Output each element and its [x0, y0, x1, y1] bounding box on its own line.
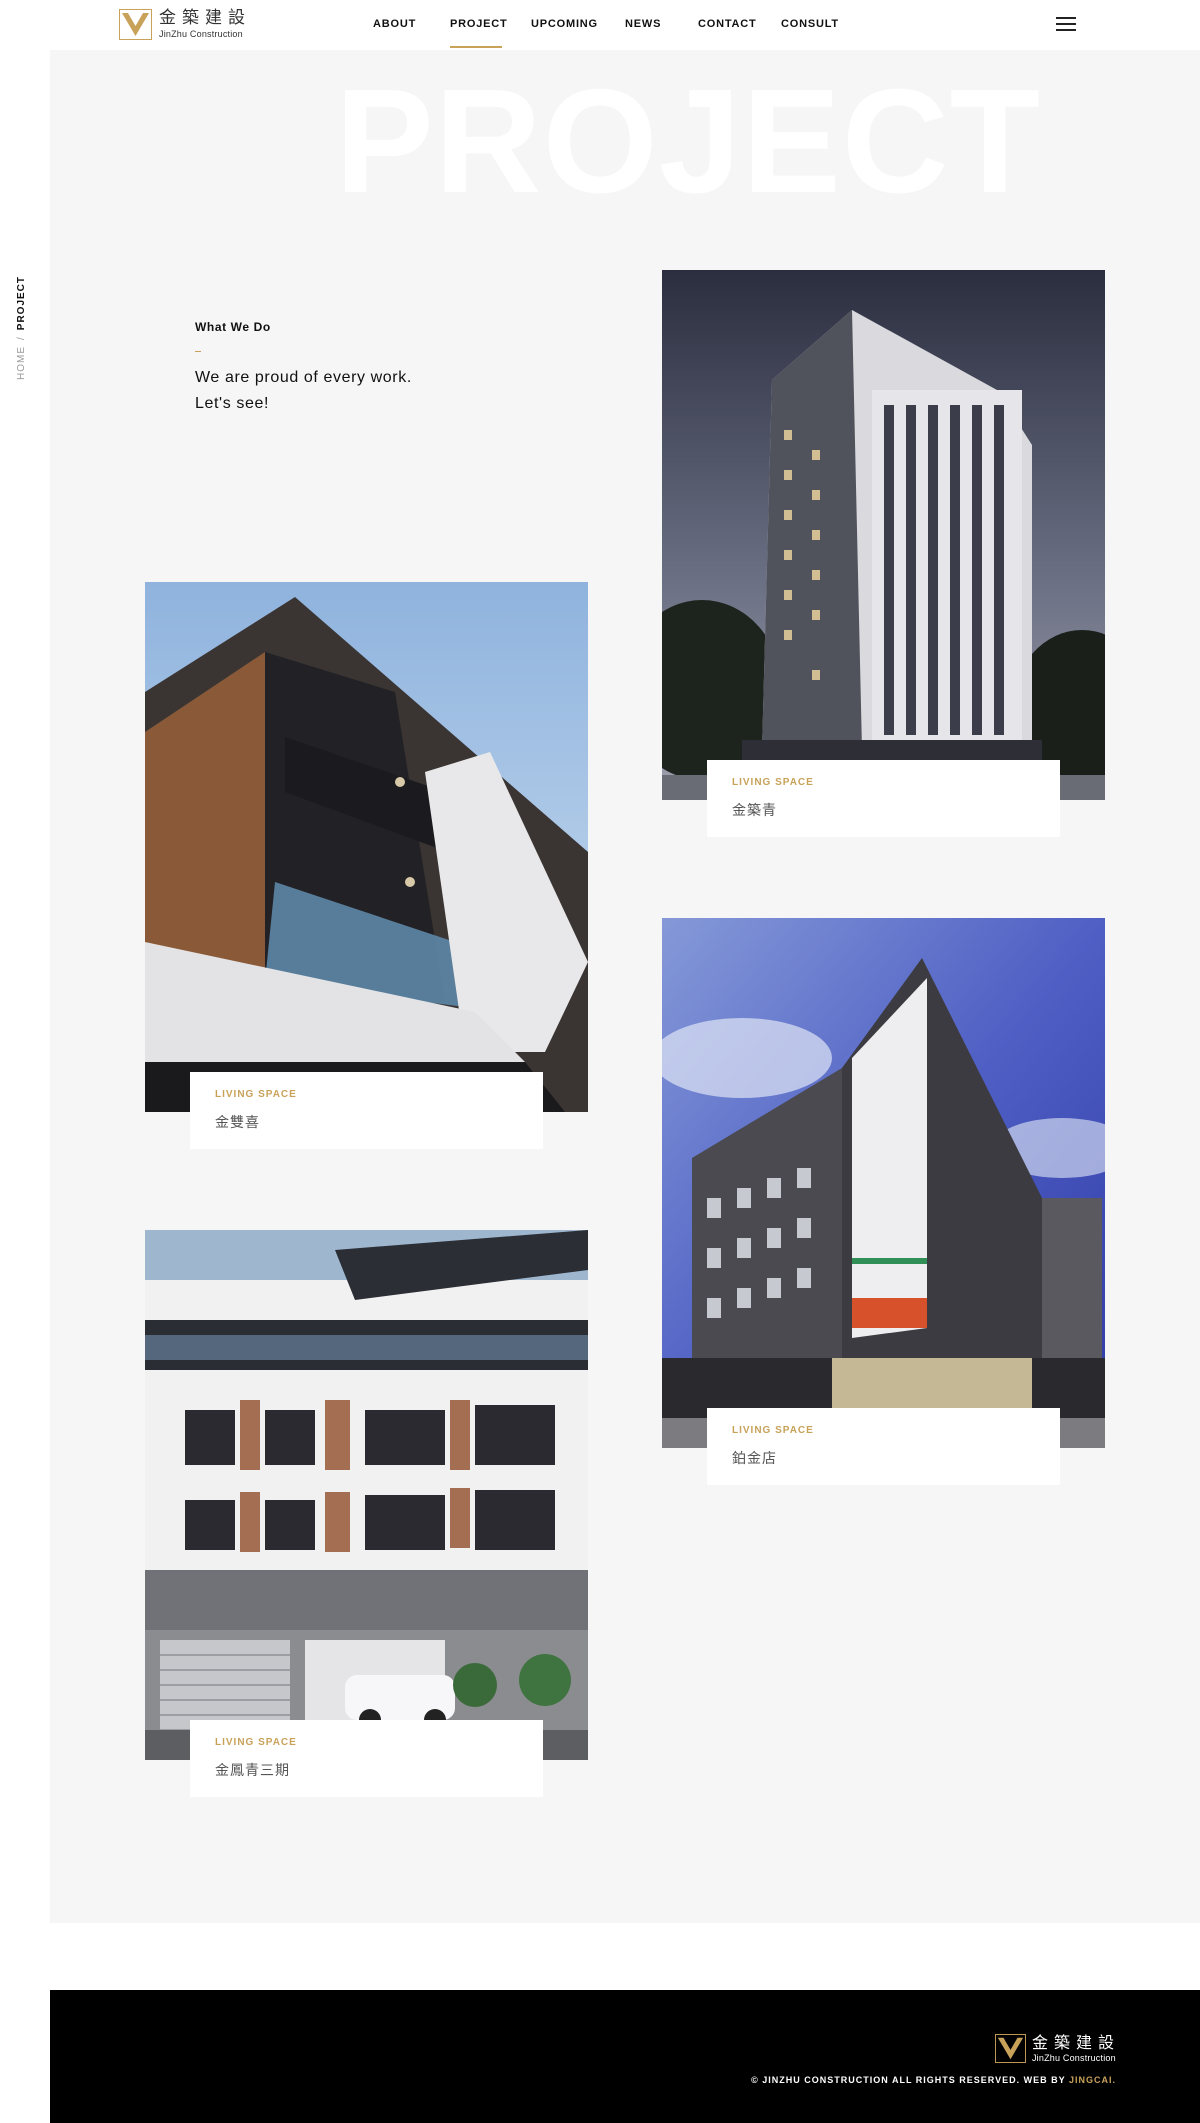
site-header: 金築建設 JinZhu Construction ABOUT PROJECT U…	[0, 0, 1200, 50]
project-section: PROJECT What We Do We are proud of every…	[50, 50, 1200, 1923]
project-tag: LIVING SPACE	[732, 1425, 814, 1436]
logo-chinese-text: 金築建設	[159, 8, 251, 28]
background-title: PROJECT	[335, 59, 1042, 224]
project-caption-2[interactable]: LIVING SPACE 金雙喜	[190, 1072, 543, 1149]
breadcrumb: HOME / PROJECT	[16, 276, 27, 380]
nav-about[interactable]: ABOUT	[373, 18, 416, 30]
project-tag: LIVING SPACE	[732, 777, 814, 788]
nav-project[interactable]: PROJECT	[450, 18, 508, 30]
project-image-3[interactable]	[662, 918, 1105, 1448]
logo-mark-icon	[119, 9, 152, 40]
footer-logo[interactable]: 金築建設 JinZhu Construction	[995, 2034, 1120, 2063]
nav-contact[interactable]: CONTACT	[698, 18, 757, 30]
footer-logo-english-text: JinZhu Construction	[1031, 2052, 1116, 2063]
footer-logo-chinese-text: 金築建設	[1031, 2032, 1120, 2052]
project-tag: LIVING SPACE	[215, 1737, 297, 1748]
intro: What We Do We are proud of every work. L…	[195, 320, 412, 417]
breadcrumb-current: PROJECT	[16, 275, 27, 331]
nav-active-indicator	[450, 46, 502, 48]
copyright-text: © JINZHU CONSTRUCTION ALL RIGHTS RESERVE…	[751, 2075, 1069, 2085]
logo[interactable]: 金築建設 JinZhu Construction	[119, 9, 251, 40]
project-title: 金築青	[732, 802, 777, 818]
intro-headline: We are proud of every work. Let's see!	[195, 365, 412, 417]
breadcrumb-home[interactable]: HOME	[16, 346, 27, 380]
breadcrumb-separator: /	[16, 336, 27, 340]
copyright-brand-link[interactable]: JINGCAI.	[1069, 2075, 1116, 2085]
project-card-3[interactable]: LIVING SPACE 鉑金店	[662, 918, 1105, 1485]
project-image-4[interactable]	[145, 1230, 588, 1760]
project-tag: LIVING SPACE	[215, 1089, 297, 1100]
logo-english-text: JinZhu Construction	[159, 29, 243, 39]
project-caption-4[interactable]: LIVING SPACE 金鳳青三期	[190, 1720, 543, 1797]
intro-divider	[195, 351, 201, 352]
project-card-2[interactable]: LIVING SPACE 金雙喜	[145, 582, 588, 1149]
hamburger-icon[interactable]	[1056, 17, 1076, 32]
intro-headline-line-2: Let's see!	[195, 395, 269, 412]
site-footer: 金築建設 JinZhu Construction © JINZHU CONSTR…	[50, 1990, 1200, 2123]
project-title: 鉑金店	[732, 1450, 777, 1466]
project-title: 金雙喜	[215, 1114, 260, 1130]
project-image-2[interactable]	[145, 582, 588, 1112]
nav-upcoming[interactable]: UPCOMING	[531, 18, 598, 30]
project-image-1[interactable]	[662, 270, 1105, 800]
intro-label: What We Do	[195, 320, 271, 334]
nav-news[interactable]: NEWS	[625, 18, 661, 30]
nav-consult[interactable]: CONSULT	[781, 18, 839, 30]
project-caption-1[interactable]: LIVING SPACE 金築青	[707, 760, 1060, 837]
project-card-4[interactable]: LIVING SPACE 金鳳青三期	[145, 1230, 588, 1797]
copyright: © JINZHU CONSTRUCTION ALL RIGHTS RESERVE…	[751, 2075, 1116, 2085]
project-card-1[interactable]: LIVING SPACE 金築青	[662, 270, 1105, 837]
intro-headline-line-1: We are proud of every work.	[195, 369, 412, 386]
footer-logo-mark-icon	[995, 2034, 1026, 2063]
project-title: 金鳳青三期	[215, 1762, 290, 1778]
project-caption-3[interactable]: LIVING SPACE 鉑金店	[707, 1408, 1060, 1485]
